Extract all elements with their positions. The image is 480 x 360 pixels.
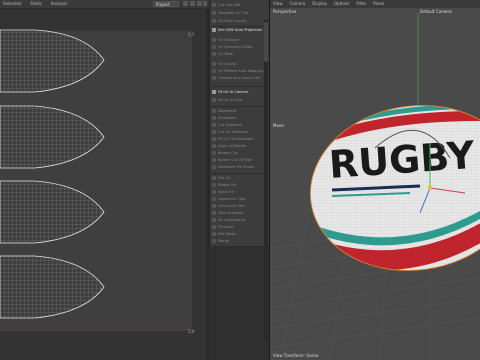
tool-icon: [212, 218, 216, 222]
uv-shell-1: [0, 29, 105, 93]
tool-icon: [212, 90, 216, 94]
tool-icon: [212, 176, 216, 180]
tool-icon: [212, 130, 216, 134]
viewport-move-label: Move: [273, 123, 284, 128]
tool-icon: [212, 98, 216, 102]
tool-item[interactable]: UV Texel: [210, 50, 270, 59]
viewport-camera-label[interactable]: Default Camera: [420, 9, 452, 14]
menu-camera[interactable]: Camera: [290, 1, 306, 6]
viewport-scene: RUGBY: [270, 13, 480, 360]
tool-icon: [212, 165, 216, 169]
tool-label: Cut UVs Edit: [218, 3, 241, 7]
uv-shell-3: [0, 180, 105, 244]
tool-icon: [212, 232, 216, 236]
menu-options[interactable]: Options: [334, 1, 349, 6]
tool-icon: [212, 204, 216, 208]
tool-label: Border Cut: [218, 151, 238, 155]
viewport-perspective-label: Perspective: [273, 9, 297, 14]
tool-icon: [212, 123, 216, 127]
tool-icon: [212, 183, 216, 187]
tool-icon: [212, 3, 216, 7]
uv-tile-label-top: 1,1: [188, 32, 195, 37]
uv-tool-panel: Cut UVs Edit Template UV Tile UV Shell L…: [209, 0, 270, 246]
tool-label: Grid Level UVs: [218, 204, 245, 208]
tool-icon: [212, 144, 216, 148]
tool-label: Fit UV to Camera: [218, 90, 249, 94]
tool-label: Fit UV to Grid: [218, 98, 242, 102]
tool-label: Split Selected: [218, 211, 243, 215]
uv-shell-4: [0, 255, 105, 319]
uv-wireframe: [0, 29, 192, 331]
divider: [212, 86, 268, 87]
tool-label: Set UVW from Projection: [218, 28, 263, 32]
tool-icon: [212, 239, 216, 243]
tool-label: Morph: [218, 239, 230, 243]
tool-icon: [212, 190, 216, 194]
tool-label: Fix Consistency: [218, 218, 246, 222]
viewport-menubar: View Camera Display Options Filter Panel: [270, 0, 480, 8]
tool-label: Distribute UV Shells: [218, 165, 254, 169]
tool-icon: [212, 38, 216, 42]
tool-icon: [212, 28, 216, 32]
tool-panel-empty: [209, 246, 269, 360]
tool-label: Pelt Mode: [218, 232, 236, 236]
tool-label: UV Chooser: [218, 38, 239, 42]
tool-icon: [212, 137, 216, 141]
tool-label: Cut Selection: [218, 123, 242, 127]
tool-label: Flip UV: [218, 176, 231, 180]
tool-icon: [212, 52, 216, 56]
tool-label: UV Selection Editor: [218, 45, 253, 49]
tool-label: Layout UV Tiles: [218, 197, 246, 201]
tool-label: Fit UV Tile Selection: [218, 137, 254, 141]
tool-icon: [212, 62, 216, 66]
tool-icon: [212, 116, 216, 120]
tool-icon: [212, 19, 216, 23]
tool-label: UV Shell Layout: [218, 19, 247, 23]
tool-label: Template UV Tile: [218, 11, 249, 15]
menu-view[interactable]: View: [273, 1, 283, 6]
uv-tile-label-bottom: 1,0: [188, 329, 195, 334]
tool-item[interactable]: Distribute UV Shells: [210, 163, 270, 172]
tool-label: Cut UV Selection: [218, 130, 249, 134]
tool-icon: [212, 69, 216, 73]
tool-icon: [212, 225, 216, 229]
tool-label: Align UV Border: [218, 144, 247, 148]
tool-icon: [212, 151, 216, 155]
tool-item[interactable]: Morph: [210, 237, 270, 246]
tool-label: UV Pattern Area Mapping: [218, 69, 264, 73]
tool-label: Alignment: [218, 109, 237, 113]
tool-item[interactable]: Set UVW from Projection: [210, 26, 270, 35]
tool-label: UV Texel: [218, 52, 234, 56]
tool-icon: [212, 76, 216, 80]
tool-scrollbar-thumb[interactable]: [264, 22, 268, 62]
menu-panel[interactable]: Panel: [373, 1, 384, 6]
tool-icon: [212, 197, 216, 201]
tool-item[interactable]: Unwrap and Group UVs: [210, 74, 270, 83]
tool-icon: [212, 211, 216, 215]
uv-shell-2: [0, 105, 105, 169]
tool-icon: [212, 109, 216, 113]
menu-display[interactable]: Display: [312, 1, 327, 6]
tool-item[interactable]: Fit UV to Grid: [210, 96, 270, 105]
tool-label: Unwrap and Group UVs: [218, 76, 260, 80]
tool-label: Scale UV: [218, 190, 234, 194]
viewport-status: View Transform: Scene: [273, 353, 319, 358]
tool-icon: [212, 158, 216, 162]
tool-label: UV Layout: [218, 62, 237, 66]
tool-icon: [212, 11, 216, 15]
tool-label: Border Cut UV Edit: [218, 158, 252, 162]
rugby-ball: RUGBY: [300, 98, 480, 284]
tool-icon: [212, 45, 216, 49]
tool-label: Rotate UV: [218, 183, 236, 187]
tool-label: Preserve: [218, 225, 234, 229]
menu-filter[interactable]: Filter: [356, 1, 366, 6]
tool-item[interactable]: UV Shell Layout: [210, 17, 270, 26]
tool-scrollbar[interactable]: [264, 20, 268, 340]
tool-label: Straighten: [218, 116, 237, 120]
